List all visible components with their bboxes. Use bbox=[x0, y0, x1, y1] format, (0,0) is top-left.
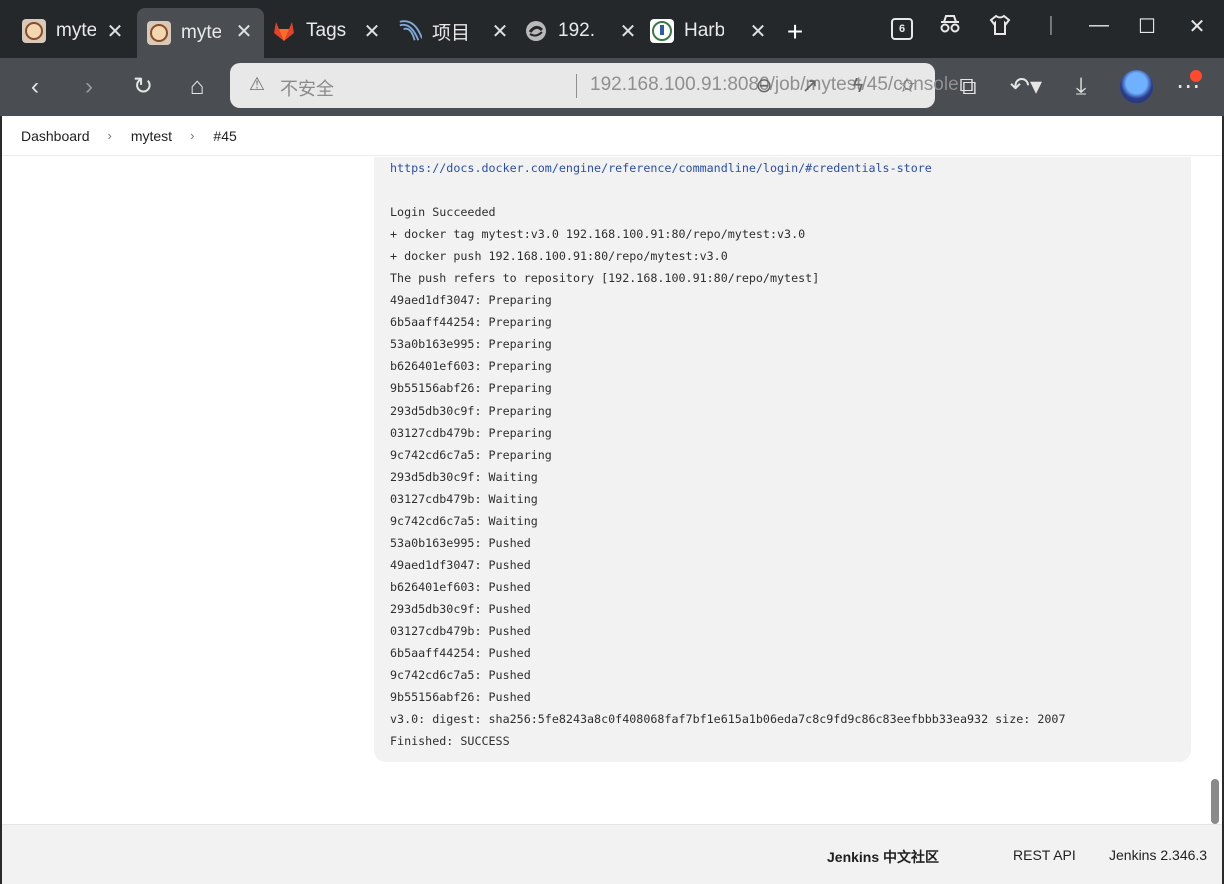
console-line: 03127cdb479b: Preparing bbox=[390, 425, 552, 440]
console-line: The push refers to repository [192.168.1… bbox=[390, 271, 820, 286]
console-link[interactable]: https://docs.docker.com/engine/reference… bbox=[390, 161, 932, 175]
console-line: 293d5db30c9f: Waiting bbox=[390, 469, 538, 484]
tab-title: 项目 bbox=[432, 22, 471, 44]
tab-strip: mytest ✕ mytest ✕ Tags ✕ 项目 ✕ 192. ✕ Har… bbox=[0, 0, 1224, 58]
console-line: 03127cdb479b: Pushed bbox=[390, 623, 531, 638]
chevron-right-icon: › bbox=[107, 128, 112, 143]
tab-1-active[interactable]: mytest ✕ bbox=[137, 8, 264, 58]
shirt-icon[interactable] bbox=[985, 14, 1015, 42]
footer-community-link[interactable]: Jenkins 中文社区 bbox=[827, 847, 939, 867]
tab-3[interactable]: 项目 ✕ bbox=[392, 8, 520, 54]
extensions-icon[interactable]: ⧉ bbox=[952, 71, 984, 103]
close-tab-icon[interactable]: ✕ bbox=[618, 19, 638, 44]
forward-icon[interactable]: › bbox=[73, 71, 105, 103]
breadcrumb-dashboard[interactable]: Dashboard bbox=[2, 128, 90, 144]
console-line: Login Succeeded bbox=[390, 205, 496, 220]
console-line: + docker tag mytest:v3.0 192.168.100.91:… bbox=[390, 227, 806, 242]
jenkins-icon bbox=[147, 21, 171, 45]
reload-icon[interactable]: ↻ bbox=[127, 71, 159, 103]
warning-icon[interactable]: ⚠ bbox=[246, 74, 268, 96]
gitlab-icon bbox=[272, 19, 296, 43]
breadcrumb: Dashboard › mytest › #45 bbox=[2, 116, 1222, 156]
console-line: 53a0b163e995: Pushed bbox=[390, 535, 531, 550]
tab-title: mytest bbox=[181, 22, 221, 43]
download-icon[interactable]: ⤓ bbox=[1065, 71, 1097, 103]
avatar[interactable] bbox=[1120, 70, 1153, 103]
tab-2[interactable]: Tags ✕ bbox=[264, 8, 392, 54]
console-line: 49aed1df3047: Pushed bbox=[390, 557, 531, 572]
scrollbar-thumb[interactable] bbox=[1211, 779, 1219, 824]
close-window-icon[interactable]: ✕ bbox=[1182, 14, 1212, 39]
chevron-right-icon: › bbox=[190, 128, 195, 143]
back-icon[interactable]: ‹ bbox=[19, 71, 51, 103]
tab-4[interactable]: 192. ✕ bbox=[520, 8, 648, 54]
console-line: 6b5aaff44254: Pushed bbox=[390, 646, 531, 661]
console-line: + docker push 192.168.100.91:80/repo/myt… bbox=[390, 249, 728, 264]
console-line: 9b55156abf26: Preparing bbox=[390, 381, 552, 396]
new-tab-button[interactable]: + bbox=[783, 16, 807, 48]
tab-title: Harb bbox=[684, 20, 724, 41]
console-line: 53a0b163e995: Preparing bbox=[390, 337, 552, 352]
share-icon[interactable]: ↗ bbox=[796, 72, 824, 100]
console-line: v3.0: digest: sha256:5fe8243a8c0f408068f… bbox=[390, 712, 1066, 727]
close-tab-icon[interactable]: ✕ bbox=[748, 19, 768, 44]
address-bar[interactable]: ⚠ 不安全 192.168.100.91:8080/job/mytest/45/… bbox=[230, 63, 959, 108]
page-footer: Jenkins 中文社区 REST API Jenkins 2.346.3 bbox=[2, 824, 1222, 884]
minimize-icon[interactable]: — bbox=[1084, 14, 1114, 37]
close-tab-icon[interactable]: ✕ bbox=[234, 19, 254, 44]
console-line: 293d5db30c9f: Pushed bbox=[390, 601, 531, 616]
console-line: b626401ef603: Pushed bbox=[390, 579, 531, 594]
maximize-icon[interactable]: ☐ bbox=[1132, 14, 1162, 39]
notification-dot bbox=[1190, 70, 1202, 82]
tab-title: Tags bbox=[306, 20, 346, 41]
tab-title: mytest bbox=[56, 20, 96, 41]
site-icon bbox=[524, 19, 548, 43]
zoom-icon[interactable]: ⊖ bbox=[750, 72, 778, 100]
security-label[interactable]: 不安全 bbox=[280, 75, 334, 101]
console-line: Finished: SUCCESS bbox=[390, 734, 510, 749]
console-output: https://docs.docker.com/engine/reference… bbox=[374, 157, 1191, 762]
close-tab-icon[interactable]: ✕ bbox=[362, 19, 382, 44]
browser-toolbar: ‹ › ↻ ⌂ ⚠ 不安全 192.168.100.91:8080/job/my… bbox=[0, 58, 1224, 116]
home-icon[interactable]: ⌂ bbox=[181, 71, 213, 103]
console-line: 6b5aaff44254: Preparing bbox=[390, 315, 552, 330]
close-tab-icon[interactable]: ✕ bbox=[105, 19, 125, 44]
tab-5[interactable]: Harb ✕ bbox=[648, 8, 778, 54]
console-line: 9c742cd6c7a5: Pushed bbox=[390, 668, 531, 683]
console-line: 293d5db30c9f: Preparing bbox=[390, 403, 552, 418]
window-divider: | bbox=[1048, 14, 1054, 36]
footer-version-link[interactable]: Jenkins 2.346.3 bbox=[1109, 847, 1207, 863]
harbor-icon bbox=[650, 19, 674, 43]
address-divider bbox=[576, 74, 577, 98]
window-frame-left bbox=[0, 116, 2, 884]
breadcrumb-build[interactable]: #45 bbox=[194, 128, 236, 144]
undo-dropdown-icon[interactable]: ↶▾ bbox=[1006, 71, 1046, 103]
tab-count-badge[interactable]: 6 bbox=[891, 18, 913, 40]
incognito-icon[interactable] bbox=[935, 14, 965, 40]
console-line: b626401ef603: Preparing bbox=[390, 359, 552, 374]
console-lines: Login Succeeded + docker tag mytest:v3.0… bbox=[390, 205, 1066, 748]
lightning-icon[interactable]: ϟ bbox=[844, 72, 872, 100]
jenkins-icon bbox=[22, 19, 46, 43]
console-line: 49aed1df3047: Preparing bbox=[390, 293, 552, 308]
console-line: 9c742cd6c7a5: Preparing bbox=[390, 447, 552, 462]
breadcrumb-job[interactable]: mytest bbox=[112, 128, 172, 144]
console-text: https://docs.docker.com/engine/reference… bbox=[390, 157, 1175, 752]
close-tab-icon[interactable]: ✕ bbox=[490, 19, 510, 44]
tab-title: 192. bbox=[558, 20, 595, 41]
bookmark-star-icon[interactable]: ☆ bbox=[893, 72, 921, 100]
main-content: https://docs.docker.com/engine/reference… bbox=[2, 157, 1222, 824]
footer-rest-api-link[interactable]: REST API bbox=[1013, 847, 1076, 863]
tab-0[interactable]: mytest ✕ bbox=[0, 8, 135, 54]
console-line: 9b55156abf26: Pushed bbox=[390, 690, 531, 705]
console-line: 03127cdb479b: Waiting bbox=[390, 491, 538, 506]
project-icon bbox=[398, 19, 422, 43]
console-line: 9c742cd6c7a5: Waiting bbox=[390, 513, 538, 528]
